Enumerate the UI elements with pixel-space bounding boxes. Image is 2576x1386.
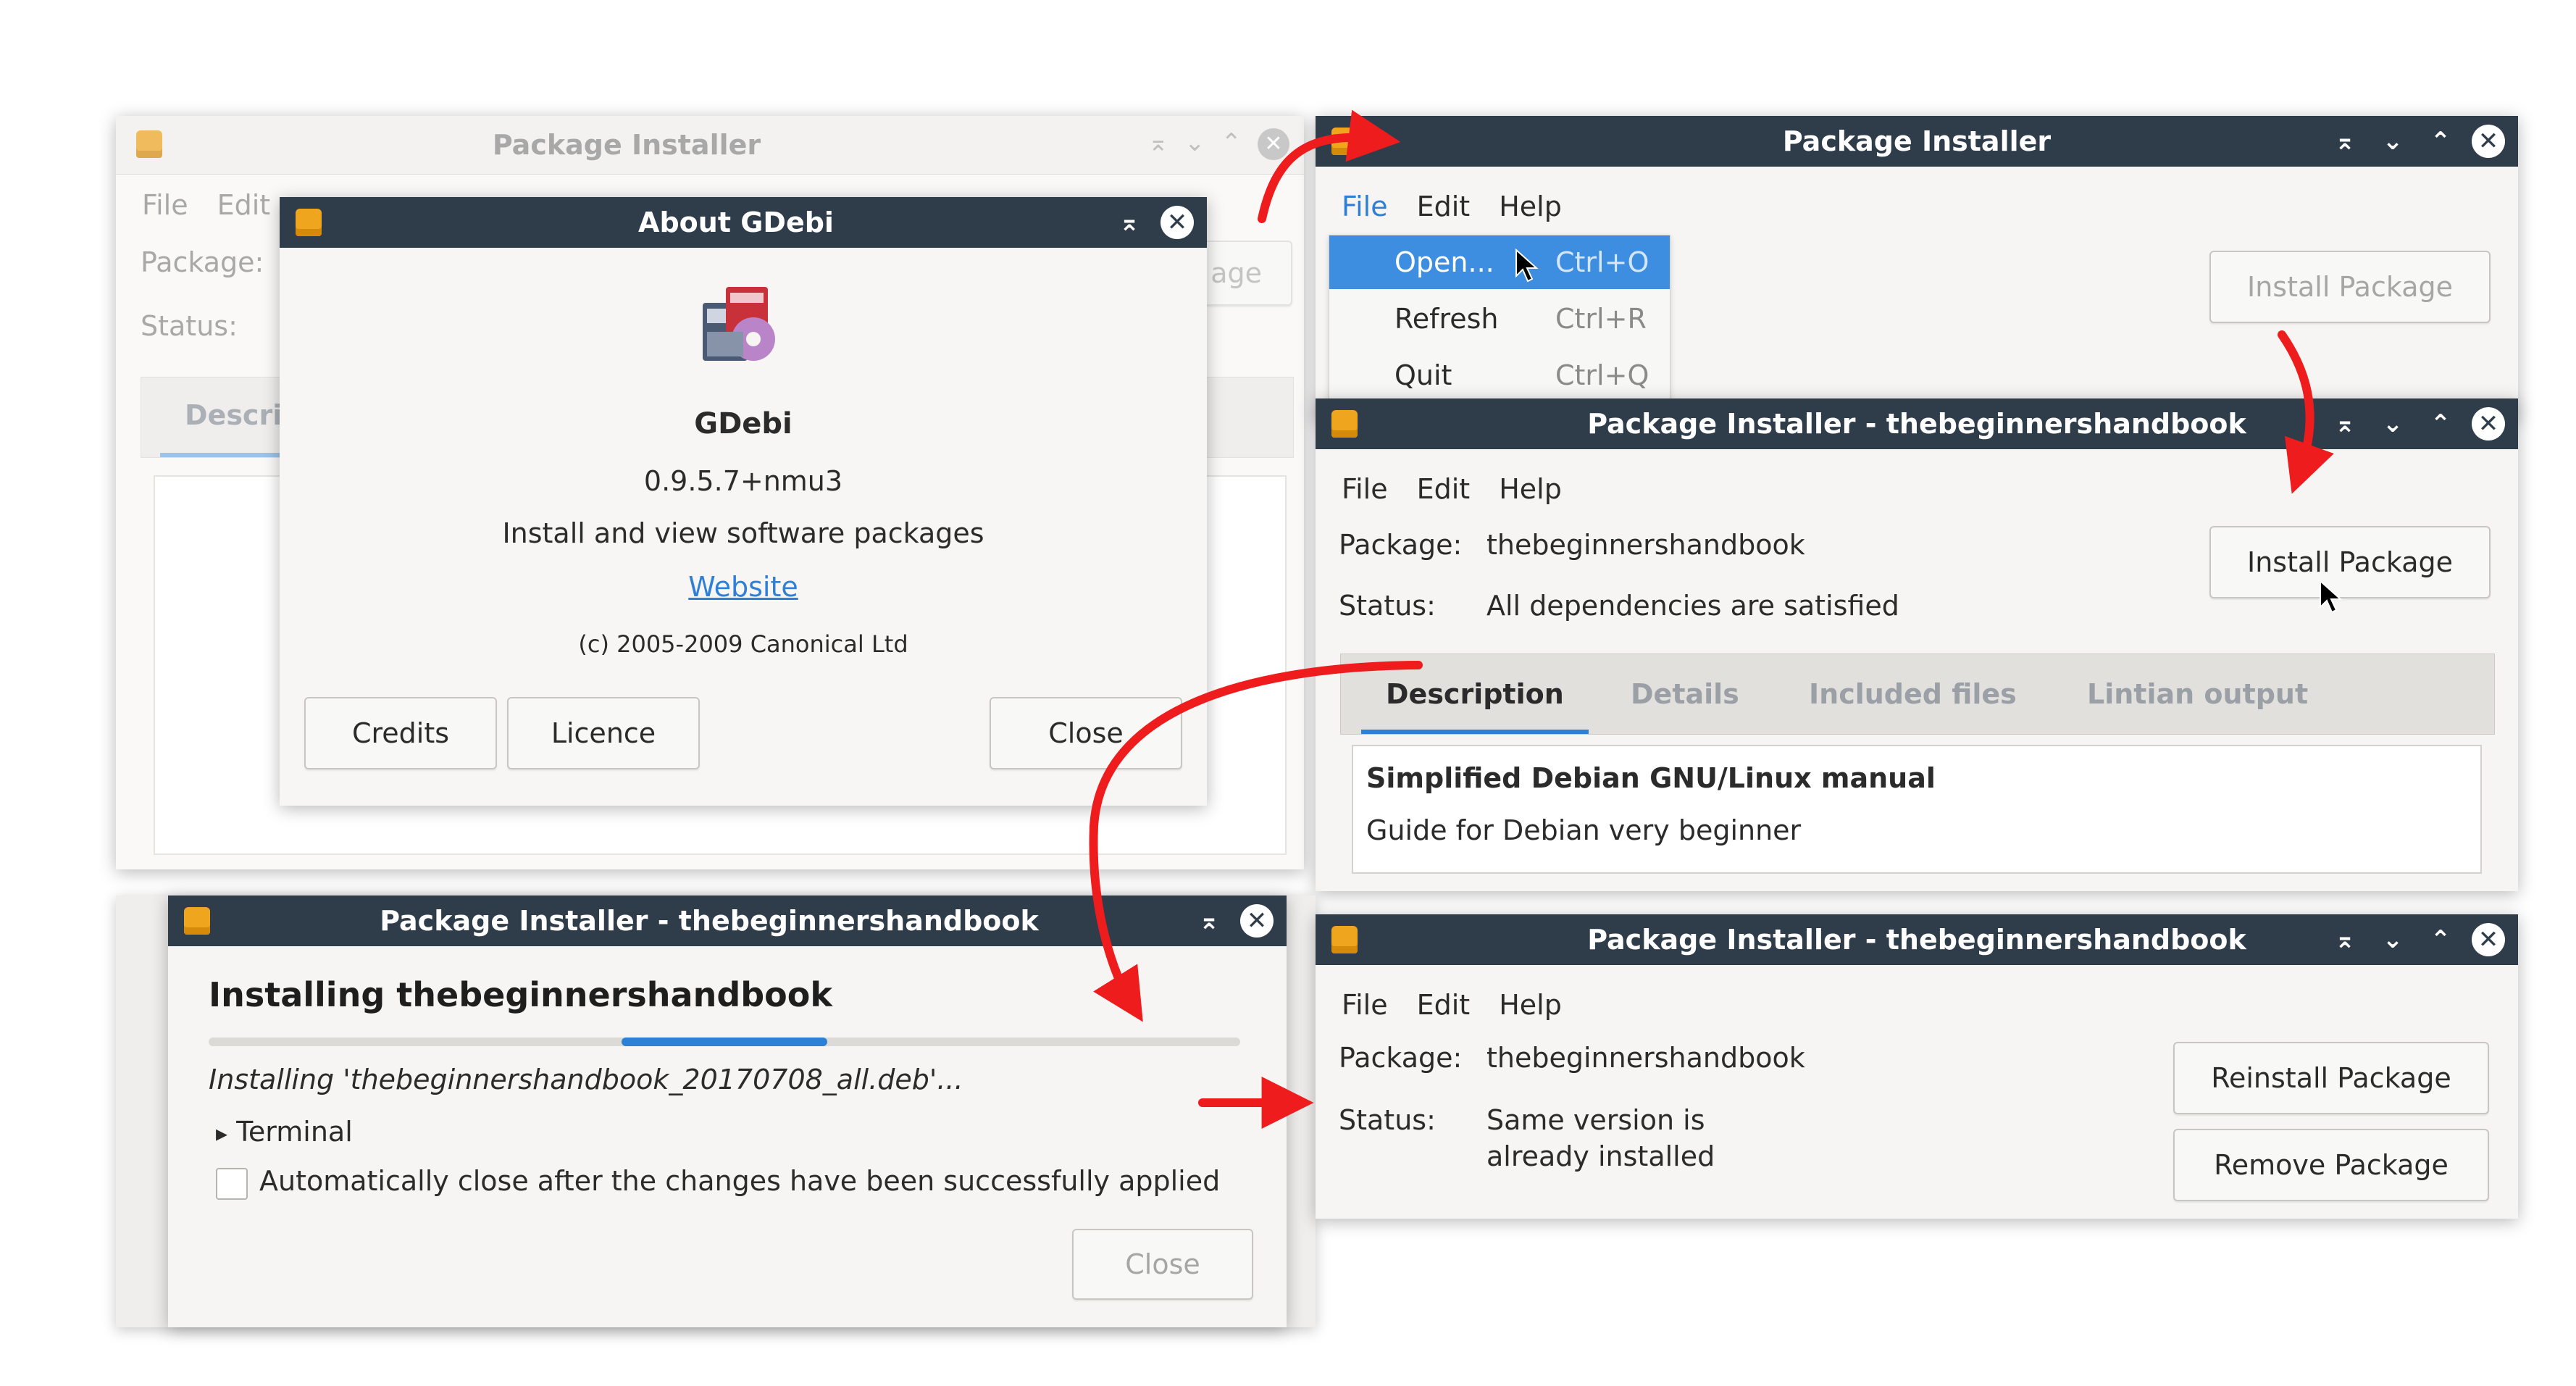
arrow-menu-to-ready bbox=[2278, 330, 2334, 494]
arrow-ready-to-installing bbox=[1089, 661, 1423, 1022]
arrow-about-to-menu bbox=[1258, 109, 1401, 223]
flow-arrows bbox=[1089, 109, 2334, 1129]
